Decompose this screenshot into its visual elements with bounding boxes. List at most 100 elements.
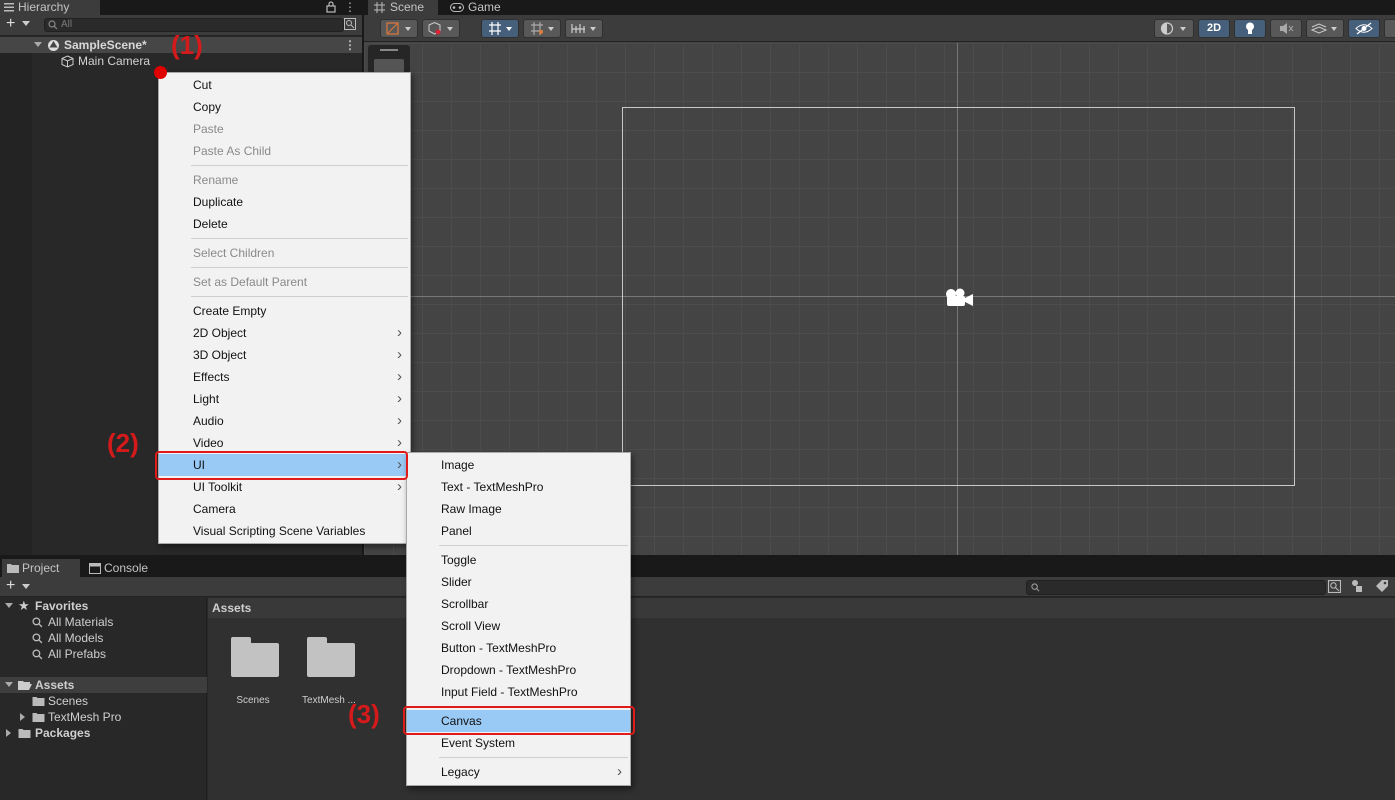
menu-item-label: Slider: [441, 575, 472, 589]
menu-item-toggle[interactable]: Toggle: [407, 549, 630, 571]
search-icon: [32, 649, 43, 660]
tree-item-all-prefabs[interactable]: All Prefabs: [0, 646, 207, 662]
menu-item-3d-object[interactable]: 3D Object ›: [159, 344, 410, 366]
tab-scene[interactable]: Scene: [368, 0, 438, 15]
kebab-menu-icon[interactable]: ⋮: [344, 0, 356, 14]
lock-icon[interactable]: [326, 1, 336, 13]
menu-item-camera[interactable]: Camera: [159, 498, 410, 520]
menu-item-label: Delete: [193, 217, 228, 231]
effects-toggle-button[interactable]: [1306, 19, 1344, 38]
search-icon: [32, 633, 43, 644]
menu-item-dropdown-textmeshpro[interactable]: Dropdown - TextMeshPro: [407, 659, 630, 681]
snap-button[interactable]: [523, 19, 561, 38]
menu-item-event-system[interactable]: Event System: [407, 732, 630, 754]
menu-item-input-field-textmeshpro[interactable]: Input Field - TextMeshPro: [407, 681, 630, 703]
menu-item-effects[interactable]: Effects ›: [159, 366, 410, 388]
folder-textmesh-pro[interactable]: [307, 637, 355, 677]
tree-item-all-materials[interactable]: All Materials: [0, 614, 207, 630]
search-options-icon[interactable]: [344, 18, 356, 30]
menu-item-slider[interactable]: Slider: [407, 571, 630, 593]
tree-item-scenes[interactable]: Scenes: [0, 693, 207, 709]
menu-item-button-textmeshpro[interactable]: Button - TextMeshPro: [407, 637, 630, 659]
tab-hierarchy-label: Hierarchy: [18, 0, 70, 14]
tree-item-packages[interactable]: Packages: [0, 725, 207, 741]
menu-item-scroll-view[interactable]: Scroll View: [407, 615, 630, 637]
tree-item-favorites[interactable]: ★ Favorites: [0, 598, 207, 614]
menu-item-light[interactable]: Light ›: [159, 388, 410, 410]
tab-project[interactable]: Project: [2, 559, 80, 577]
menu-item-raw-image[interactable]: Raw Image: [407, 498, 630, 520]
audio-toggle-button[interactable]: [1270, 19, 1302, 38]
folder-scenes[interactable]: [231, 637, 279, 677]
menu-item-label: Toggle: [441, 553, 477, 567]
menu-item-legacy[interactable]: Legacy ›: [407, 761, 630, 783]
unity-scene-icon: [47, 39, 60, 52]
dropdown-arrow-icon[interactable]: [22, 21, 30, 27]
menu-item-paste-as-child[interactable]: Paste As Child: [159, 140, 410, 162]
project-add-arrow-icon[interactable]: [22, 584, 30, 590]
search-by-type-icon[interactable]: [1328, 580, 1341, 593]
expand-arrow-icon[interactable]: [5, 603, 13, 609]
scene-kebab-icon[interactable]: ⋮: [344, 37, 356, 53]
tag-icon[interactable]: [1375, 579, 1389, 593]
tab-game-label: Game: [468, 0, 501, 14]
render-mode-button[interactable]: [1154, 19, 1194, 38]
hidden-objects-toggle-button[interactable]: [1348, 19, 1380, 38]
tab-hierarchy[interactable]: Hierarchy: [0, 0, 100, 15]
menu-item-text-textmeshpro[interactable]: Text - TextMeshPro: [407, 476, 630, 498]
scene-tools-overlay[interactable]: [368, 45, 410, 73]
menu-item-select-children[interactable]: Select Children: [159, 242, 410, 264]
menu-item-label: Image: [441, 458, 475, 472]
camera-gizmo-icon[interactable]: [943, 286, 975, 310]
increment-snap-button[interactable]: [565, 19, 603, 38]
menu-item-copy[interactable]: Copy: [159, 96, 410, 118]
menu-item-2d-object[interactable]: 2D Object ›: [159, 322, 410, 344]
expand-arrow-icon[interactable]: [34, 42, 42, 48]
menu-item-create-empty[interactable]: Create Empty: [159, 300, 410, 322]
collapse-arrow-icon[interactable]: [6, 729, 12, 737]
overlay-handle[interactable]: [380, 49, 398, 51]
add-button[interactable]: +: [6, 15, 15, 33]
tree-item-textmesh-pro[interactable]: TextMesh Pro: [0, 709, 207, 725]
menu-item-duplicate[interactable]: Duplicate: [159, 191, 410, 213]
menu-separator: [191, 237, 408, 239]
tab-console[interactable]: Console: [84, 559, 164, 577]
menu-item-set-as-default-parent[interactable]: Set as Default Parent: [159, 271, 410, 293]
move-tool-button[interactable]: [481, 19, 519, 38]
submenu-chevron-icon: ›: [397, 390, 402, 407]
search-by-label-icon[interactable]: [1350, 579, 1364, 593]
tree-label-packages: Packages: [35, 726, 91, 740]
menu-item-rename[interactable]: Rename: [159, 169, 410, 191]
draw-mode-button[interactable]: [380, 19, 418, 38]
menu-item-image[interactable]: Image: [407, 454, 630, 476]
assets-breadcrumb: Assets: [208, 598, 1395, 618]
menu-item-scrollbar[interactable]: Scrollbar: [407, 593, 630, 615]
mode-2d-button[interactable]: 2D: [1198, 19, 1230, 38]
tab-game[interactable]: Game: [448, 0, 518, 15]
menu-item-delete[interactable]: Delete: [159, 213, 410, 235]
search-icon: [32, 617, 43, 628]
menu-item-visual-scripting-scene-variables[interactable]: Visual Scripting Scene Variables: [159, 520, 410, 542]
project-add-button[interactable]: +: [6, 577, 15, 595]
menu-item-audio[interactable]: Audio ›: [159, 410, 410, 432]
project-search-input[interactable]: [1026, 580, 1326, 595]
menu-item-panel[interactable]: Panel: [407, 520, 630, 542]
menu-item-label: Scrollbar: [441, 597, 489, 611]
annotation-step-3: (3): [348, 699, 380, 729]
menu-item-label: Video: [193, 436, 224, 450]
hand-tool-button[interactable]: [374, 59, 404, 73]
expand-arrow-icon[interactable]: [5, 682, 13, 688]
tree-item-assets[interactable]: Assets: [0, 677, 207, 693]
menu-item-label: Audio: [193, 414, 224, 428]
shading-mode-button[interactable]: [422, 19, 460, 38]
gizmos-button[interactable]: [1384, 19, 1395, 38]
lighting-toggle-button[interactable]: [1234, 19, 1266, 38]
menu-item-label: Select Children: [193, 246, 275, 260]
tree-item-all-models[interactable]: All Models: [0, 630, 207, 646]
collapse-arrow-icon[interactable]: [20, 713, 26, 721]
menu-item-cut[interactable]: Cut: [159, 74, 410, 96]
menu-item-paste[interactable]: Paste: [159, 118, 410, 140]
menu-item-label: Copy: [193, 100, 222, 114]
menu-item-label: Button - TextMeshPro: [441, 641, 557, 655]
tree-label-all-prefabs: All Prefabs: [48, 647, 107, 661]
